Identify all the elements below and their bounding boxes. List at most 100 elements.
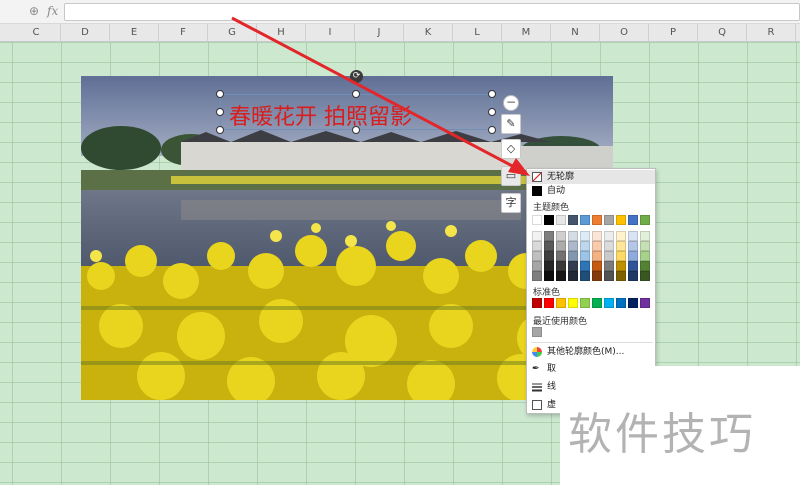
column-header[interactable]: N xyxy=(551,24,600,42)
no-outline-option[interactable]: 无轮廓 xyxy=(527,170,655,184)
column-header[interactable]: D xyxy=(61,24,110,42)
theme-shade-swatch[interactable] xyxy=(532,271,542,281)
formula-input[interactable] xyxy=(64,3,800,21)
column-header[interactable]: C xyxy=(12,24,61,42)
theme-color-swatch[interactable] xyxy=(544,215,554,225)
theme-shade-swatch[interactable] xyxy=(592,241,602,251)
rotate-handle[interactable]: ⟳ xyxy=(350,70,363,83)
resize-handle[interactable] xyxy=(352,126,360,134)
theme-shade-swatch[interactable] xyxy=(568,231,578,241)
column-header[interactable]: O xyxy=(600,24,649,42)
more-outline-colors-option[interactable]: 其他轮廓颜色(M)... xyxy=(527,345,655,359)
column-header[interactable]: E xyxy=(110,24,159,42)
theme-shade-swatch[interactable] xyxy=(640,241,650,251)
theme-shade-swatch[interactable] xyxy=(532,261,542,271)
theme-shade-swatch[interactable] xyxy=(616,251,626,261)
theme-shade-swatch[interactable] xyxy=(544,261,554,271)
theme-shade-swatch[interactable] xyxy=(640,251,650,261)
theme-shade-swatch[interactable] xyxy=(544,231,554,241)
fill-icon[interactable]: ◇ xyxy=(501,139,521,159)
theme-shade-swatch[interactable] xyxy=(568,271,578,281)
theme-shade-swatch[interactable] xyxy=(604,231,614,241)
text-icon[interactable]: 字 xyxy=(501,193,521,213)
theme-shade-swatch[interactable] xyxy=(580,251,590,261)
column-header[interactable]: L xyxy=(453,24,502,42)
standard-color-swatch[interactable] xyxy=(580,298,590,308)
standard-color-swatch[interactable] xyxy=(544,298,554,308)
column-header[interactable]: P xyxy=(649,24,698,42)
resize-handle[interactable] xyxy=(216,108,224,116)
theme-color-swatch[interactable] xyxy=(568,215,578,225)
theme-shade-swatch[interactable] xyxy=(544,241,554,251)
theme-color-swatch[interactable] xyxy=(604,215,614,225)
theme-color-swatch[interactable] xyxy=(532,215,542,225)
minus-icon[interactable]: − xyxy=(503,95,519,111)
theme-shade-swatch[interactable] xyxy=(628,271,638,281)
theme-shade-swatch[interactable] xyxy=(556,251,566,261)
column-header[interactable]: Q xyxy=(698,24,747,42)
resize-handle[interactable] xyxy=(488,90,496,98)
theme-shade-swatch[interactable] xyxy=(592,231,602,241)
column-header[interactable]: G xyxy=(208,24,257,42)
text-box-content[interactable]: 春暖花开 拍照留影 xyxy=(229,99,412,131)
standard-color-swatch[interactable] xyxy=(568,298,578,308)
theme-shade-swatch[interactable] xyxy=(616,231,626,241)
column-header[interactable]: J xyxy=(355,24,404,42)
standard-color-swatch[interactable] xyxy=(604,298,614,308)
theme-color-swatch[interactable] xyxy=(616,215,626,225)
theme-shade-swatch[interactable] xyxy=(544,271,554,281)
theme-shade-swatch[interactable] xyxy=(532,231,542,241)
resize-handle[interactable] xyxy=(488,126,496,134)
theme-shade-swatch[interactable] xyxy=(568,251,578,261)
theme-shade-swatch[interactable] xyxy=(628,231,638,241)
resize-handle[interactable] xyxy=(216,126,224,134)
theme-shade-swatch[interactable] xyxy=(616,241,626,251)
column-header[interactable]: M xyxy=(502,24,551,42)
theme-shade-swatch[interactable] xyxy=(580,241,590,251)
theme-shade-swatch[interactable] xyxy=(532,251,542,261)
standard-color-swatch[interactable] xyxy=(616,298,626,308)
theme-color-swatch[interactable] xyxy=(592,215,602,225)
column-header[interactable]: I xyxy=(306,24,355,42)
theme-color-swatch[interactable] xyxy=(556,215,566,225)
zoom-icon[interactable]: ⊕ xyxy=(29,4,39,18)
theme-color-swatch[interactable] xyxy=(628,215,638,225)
theme-shade-swatch[interactable] xyxy=(592,251,602,261)
theme-shade-swatch[interactable] xyxy=(604,261,614,271)
resize-handle[interactable] xyxy=(488,108,496,116)
theme-shade-swatch[interactable] xyxy=(556,231,566,241)
theme-shade-swatch[interactable] xyxy=(580,261,590,271)
theme-shade-swatch[interactable] xyxy=(568,261,578,271)
theme-shade-swatch[interactable] xyxy=(628,251,638,261)
standard-color-swatch[interactable] xyxy=(640,298,650,308)
theme-color-swatch[interactable] xyxy=(640,215,650,225)
theme-shade-swatch[interactable] xyxy=(640,261,650,271)
column-header[interactable]: H xyxy=(257,24,306,42)
recent-color-swatch[interactable] xyxy=(532,327,542,337)
theme-shade-swatch[interactable] xyxy=(604,241,614,251)
theme-shade-swatch[interactable] xyxy=(556,271,566,281)
resize-handle[interactable] xyxy=(352,90,360,98)
pen-icon[interactable]: ✎ xyxy=(501,114,521,134)
theme-shade-swatch[interactable] xyxy=(556,261,566,271)
theme-shade-swatch[interactable] xyxy=(556,241,566,251)
theme-shade-swatch[interactable] xyxy=(544,251,554,261)
standard-color-swatch[interactable] xyxy=(556,298,566,308)
fx-label[interactable]: fx xyxy=(47,4,58,18)
theme-shade-swatch[interactable] xyxy=(568,241,578,251)
column-header[interactable]: K xyxy=(404,24,453,42)
theme-shade-swatch[interactable] xyxy=(592,271,602,281)
theme-shade-swatch[interactable] xyxy=(592,261,602,271)
outline-icon[interactable]: ▭ xyxy=(501,166,521,186)
theme-shade-swatch[interactable] xyxy=(640,231,650,241)
standard-color-swatch[interactable] xyxy=(592,298,602,308)
theme-shade-swatch[interactable] xyxy=(628,261,638,271)
column-header[interactable]: F xyxy=(159,24,208,42)
theme-shade-swatch[interactable] xyxy=(580,271,590,281)
theme-shade-swatch[interactable] xyxy=(604,271,614,281)
theme-shade-swatch[interactable] xyxy=(616,261,626,271)
standard-color-swatch[interactable] xyxy=(532,298,542,308)
theme-shade-swatch[interactable] xyxy=(532,241,542,251)
auto-color-option[interactable]: 自动 xyxy=(527,184,655,198)
resize-handle[interactable] xyxy=(216,90,224,98)
